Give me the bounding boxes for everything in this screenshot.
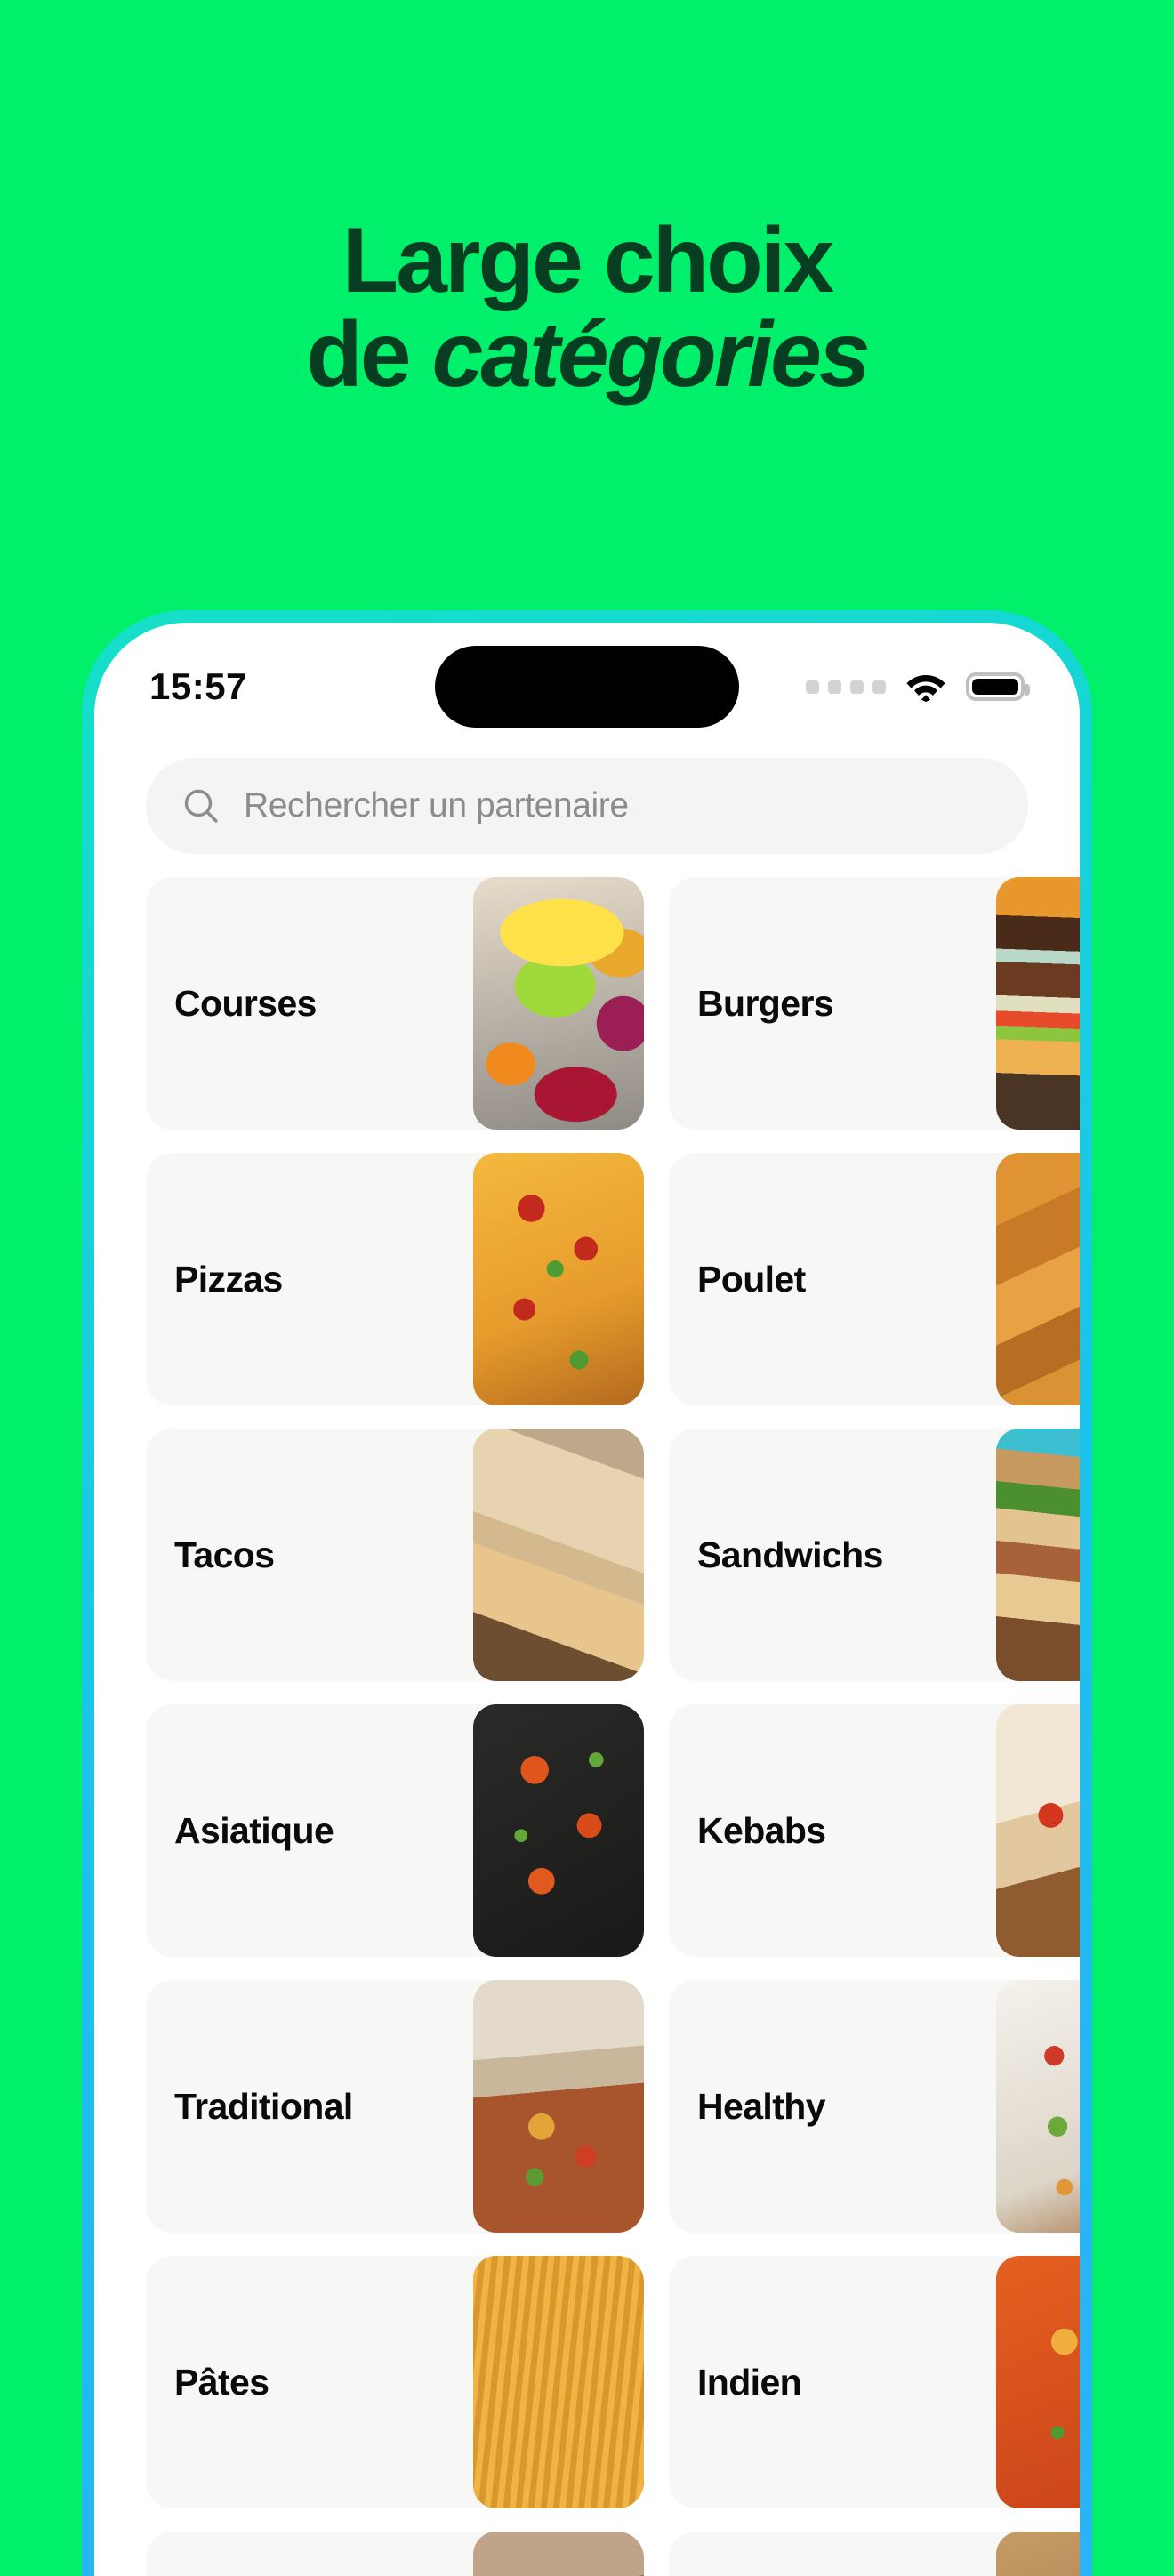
search-input[interactable]: Rechercher un partenaire <box>244 786 629 825</box>
category-label: Courses <box>174 982 317 1024</box>
category-label: Kebabs <box>697 1809 826 1851</box>
search-bar[interactable]: Rechercher un partenaire <box>146 758 1028 854</box>
category-card-healthy[interactable]: Healthy <box>669 1980 1080 2233</box>
status-bar-time: 15:57 <box>149 665 247 707</box>
syrian-food-photo <box>473 2532 644 2576</box>
category-card-traditional[interactable]: Traditional <box>146 1980 644 2233</box>
category-card-poulet[interactable]: Poulet <box>669 1153 1080 1405</box>
category-card-turque[interactable]: Turque <box>669 2532 1080 2576</box>
promo-headline: Large choix de catégories <box>0 213 1174 402</box>
burger-photo <box>996 877 1080 1130</box>
asian-food-photo <box>473 1704 644 1957</box>
headline-line-2: de catégories <box>0 308 1174 402</box>
category-label: Pizzas <box>174 1258 283 1300</box>
category-label: Asiatique <box>174 1809 334 1851</box>
traditional-dish-photo <box>473 1980 644 2233</box>
category-card-indien[interactable]: Indien <box>669 2256 1080 2508</box>
category-card-burgers[interactable]: Burgers <box>669 877 1080 1130</box>
category-label: Traditional <box>174 2085 353 2127</box>
status-bar-indicators <box>806 672 1030 702</box>
headline-line-1: Large choix <box>342 209 835 312</box>
category-label: Indien <box>697 2361 802 2403</box>
category-label: Sandwichs <box>697 1534 883 1575</box>
headline-emphasis: catégories <box>431 303 871 407</box>
tacos-photo <box>473 1429 644 1681</box>
signal-dots-icon <box>806 680 886 694</box>
turkish-food-photo <box>996 2532 1080 2576</box>
category-card-courses[interactable]: Courses <box>146 877 644 1130</box>
category-label: Pâtes <box>174 2361 269 2403</box>
phone-bezel: 15:57 Rechercher un partenaire Courses B… <box>82 610 1092 2576</box>
indian-curry-photo <box>996 2256 1080 2508</box>
category-card-pates[interactable]: Pâtes <box>146 2256 644 2508</box>
grocery-cart-photo <box>473 877 644 1130</box>
kebab-photo <box>996 1704 1080 1957</box>
healthy-bowl-photo <box>996 1980 1080 2233</box>
pasta-photo <box>473 2256 644 2508</box>
sandwich-photo <box>996 1429 1080 1681</box>
phone-screen: 15:57 Rechercher un partenaire Courses B… <box>94 623 1080 2576</box>
category-card-asiatique[interactable]: Asiatique <box>146 1704 644 1957</box>
category-card-pizzas[interactable]: Pizzas <box>146 1153 644 1405</box>
category-card-sandwichs[interactable]: Sandwichs <box>669 1429 1080 1681</box>
category-label: Poulet <box>697 1258 806 1300</box>
phone-mockup: 15:57 Rechercher un partenaire Courses B… <box>82 610 1092 2576</box>
search-icon <box>184 789 218 823</box>
battery-full-icon <box>966 672 1030 701</box>
category-card-kebabs[interactable]: Kebabs <box>669 1704 1080 1957</box>
fried-chicken-photo <box>996 1153 1080 1405</box>
wifi-icon <box>906 675 945 702</box>
category-card-tacos[interactable]: Tacos <box>146 1429 644 1681</box>
status-bar: 15:57 <box>94 623 1080 728</box>
category-label: Tacos <box>174 1534 275 1575</box>
category-label: Healthy <box>697 2085 826 2127</box>
pizza-photo <box>473 1153 644 1405</box>
category-card-syrienne[interactable]: Syrienne <box>146 2532 644 2576</box>
dynamic-island <box>435 646 739 728</box>
headline-prefix: de <box>306 303 432 407</box>
category-grid: Courses Burgers Pizzas Poulet Tacos Sand… <box>94 877 1080 2576</box>
category-label: Burgers <box>697 982 834 1024</box>
